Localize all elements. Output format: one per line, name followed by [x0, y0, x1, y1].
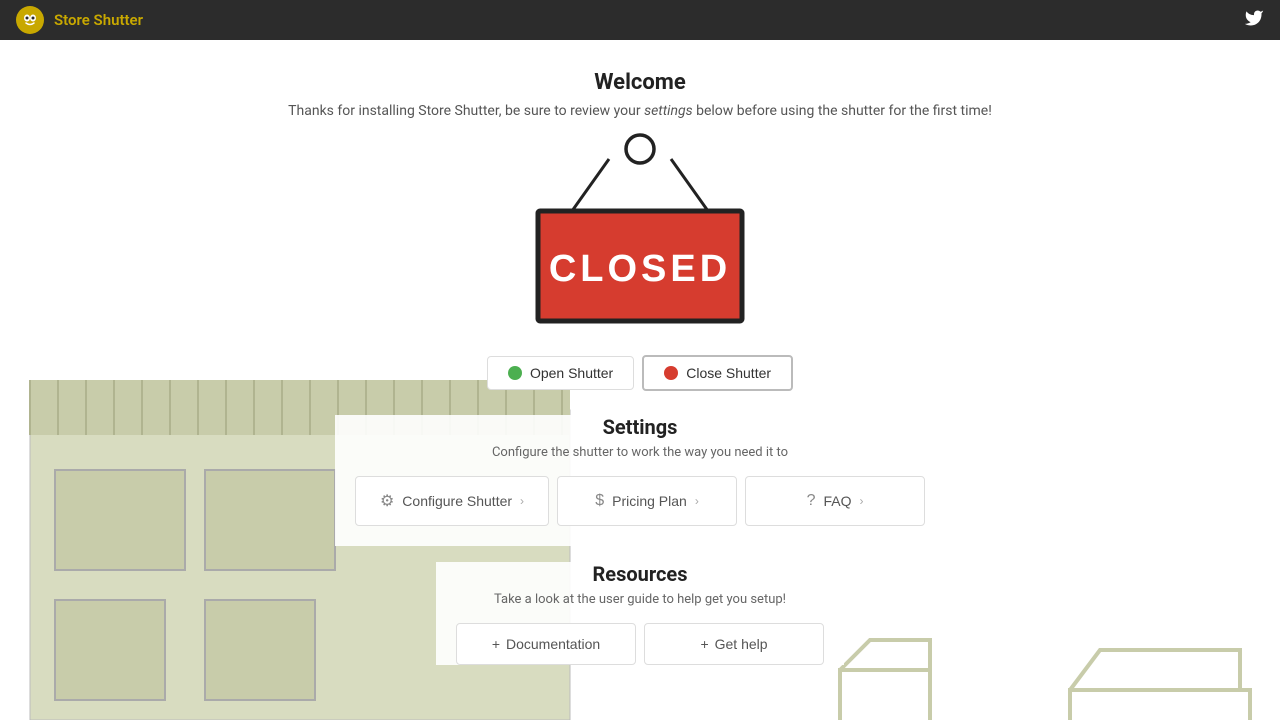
main-content: Welcome Thanks for installing Store Shut… [0, 40, 1280, 720]
welcome-subtitle: Thanks for installing Store Shutter, be … [288, 103, 992, 119]
open-status-dot [508, 366, 522, 380]
pricing-plan-label: Pricing Plan [612, 493, 687, 509]
app-logo [16, 6, 44, 34]
open-shutter-button[interactable]: Open Shutter [487, 356, 634, 390]
open-shutter-label: Open Shutter [530, 365, 613, 381]
closed-sign-container: CLOSED [520, 129, 760, 339]
app-title: Store Shutter [54, 11, 143, 29]
close-shutter-button[interactable]: Close Shutter [642, 355, 793, 391]
get-help-label: Get help [715, 636, 768, 652]
header-left: Store Shutter [16, 6, 143, 34]
welcome-title: Welcome [288, 70, 992, 95]
plus-icon-help: + [700, 636, 708, 652]
settings-subtitle: Configure the shutter to work the way yo… [355, 445, 925, 460]
welcome-section: Welcome Thanks for installing Store Shut… [288, 40, 992, 119]
svg-text:CLOSED: CLOSED [549, 248, 731, 290]
faq-label: FAQ [823, 493, 851, 509]
settings-title: Settings [355, 415, 925, 439]
settings-buttons: ⚙ Configure Shutter › $ Pricing Plan › ?… [355, 476, 925, 526]
get-help-button[interactable]: + Get help [644, 623, 824, 665]
closed-sign-svg: CLOSED [520, 129, 760, 339]
chevron-icon-2: › [695, 494, 699, 508]
resources-section: Resources Take a look at the user guide … [436, 562, 844, 665]
configure-shutter-button[interactable]: ⚙ Configure Shutter › [355, 476, 549, 526]
documentation-button[interactable]: + Documentation [456, 623, 636, 665]
welcome-settings-link[interactable]: settings [644, 103, 693, 119]
dollar-icon: $ [595, 492, 604, 510]
close-shutter-label: Close Shutter [686, 365, 771, 381]
question-icon: ? [807, 492, 816, 510]
plus-icon-doc: + [492, 636, 500, 652]
toggle-section: Open Shutter Close Shutter [487, 355, 793, 391]
chevron-icon-3: › [859, 494, 863, 508]
close-status-dot [664, 366, 678, 380]
faq-button[interactable]: ? FAQ › [745, 476, 925, 526]
settings-section: Settings Configure the shutter to work t… [335, 415, 945, 546]
twitter-link[interactable] [1244, 8, 1264, 32]
gear-icon: ⚙ [380, 491, 394, 511]
resources-buttons: + Documentation + Get help [456, 623, 824, 665]
resources-subtitle: Take a look at the user guide to help ge… [456, 592, 824, 607]
chevron-icon: › [520, 494, 524, 508]
configure-shutter-label: Configure Shutter [402, 493, 512, 509]
app-header: Store Shutter [0, 0, 1280, 40]
welcome-text-after: below before using the shutter for the f… [693, 103, 992, 119]
pricing-plan-button[interactable]: $ Pricing Plan › [557, 476, 737, 526]
documentation-label: Documentation [506, 636, 600, 652]
welcome-text-before: Thanks for installing Store Shutter, be … [288, 103, 644, 119]
resources-title: Resources [456, 562, 824, 586]
